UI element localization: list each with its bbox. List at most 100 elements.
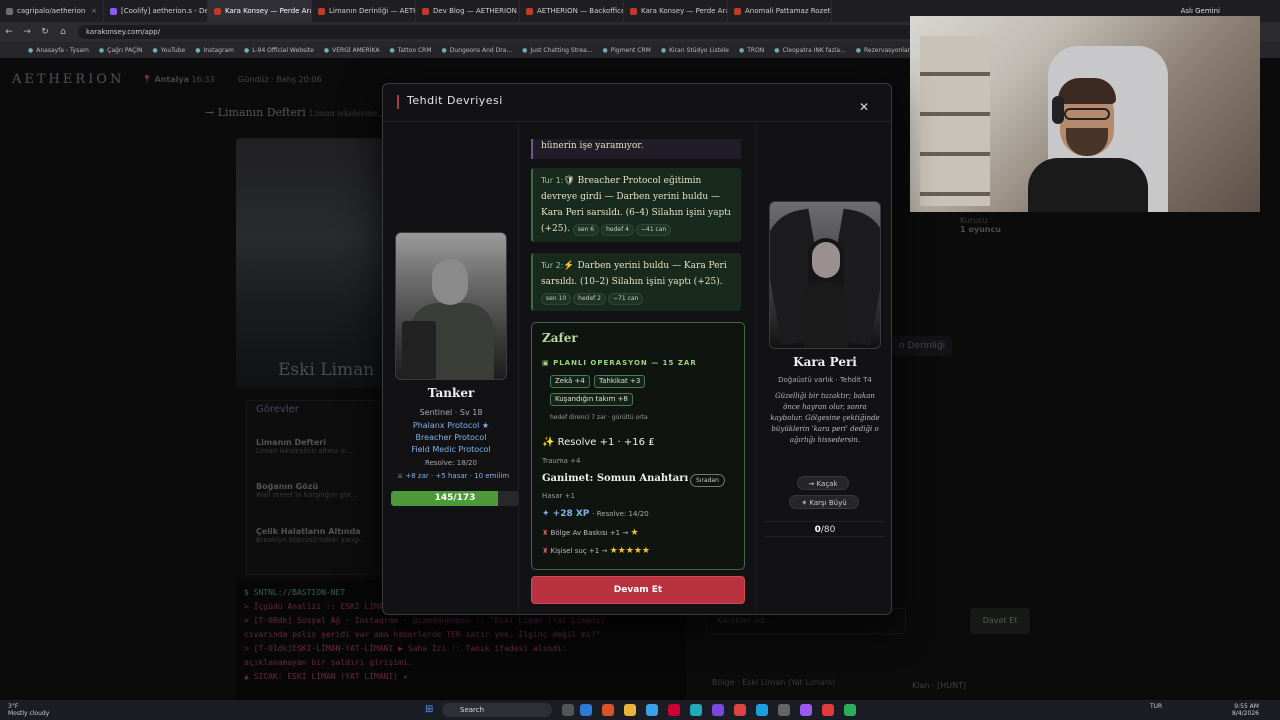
tab-label: Limanın Derinliği — AETHERION [329,7,415,15]
enemy-portrait [769,201,881,349]
app-icon[interactable] [756,704,768,716]
continue-button[interactable]: Devam Et [531,576,745,604]
webcam-overlay [910,16,1260,212]
log-entry-partial: hünerin işe yaramıyor. [531,139,741,159]
favicon-icon [526,7,533,15]
log-tag: hedef 2 [573,293,607,305]
telegram-icon[interactable] [690,704,702,716]
heat-icon: ♜ [542,529,551,537]
weather-widget[interactable]: 3°F Mostly cloudy [8,703,49,717]
log-entry: Tur 2:⚡ Darben yerini buldu — Kara Peri … [531,253,741,311]
player-name: Tanker [427,386,475,400]
star-icon: ★ [630,528,639,538]
task-view-icon[interactable] [562,704,574,716]
bookmark-item[interactable]: Kiran Stüdyo Listele [661,47,729,54]
bookmark-item[interactable]: Pigment CRM [602,47,651,54]
loot-rarity-badge: Sıradan [690,474,725,487]
bookmark-item[interactable]: YouTube [153,47,185,54]
chrome-icon[interactable] [602,704,614,716]
browser-tab[interactable]: AETHERION — Backoffice× [520,0,624,22]
tab-label: Kara Konsey — Perde Aralanıyo [641,7,727,15]
favicon-icon [214,7,221,15]
tab-label: [Coolify] aetherion.s - Deploym [121,7,207,15]
bookmark-item[interactable]: Anasayfa - Tysam [28,47,89,54]
bookmark-item[interactable]: L-94 Official Website [244,47,314,54]
browser-tab[interactable]: Dev Blog — AETHERION× [416,0,520,22]
browser-tab[interactable]: Anomali Pattamaz Rozetleri Sl× [728,0,832,22]
star-rating: ★ [630,528,639,538]
browser-tab[interactable]: [Coolify] aetherion.s - Deploym× [104,0,208,22]
player-skill: Field Medic Protocol [411,445,491,454]
back-icon[interactable]: ← [0,27,18,37]
reload-icon[interactable]: ↻ [36,27,54,37]
heat-icon: ♜ [542,547,551,555]
star-icon: ★ [625,546,634,556]
url-field[interactable]: karakonsey.com/app/ [78,25,958,39]
victory-panel: Zafer ▣ PLANLI OPERASYON — 15 ZAR Zekâ +… [531,322,745,570]
tab-label: cagripalo/aetherion [17,7,86,15]
dice-icon: ▣ [542,359,554,367]
log-tag: sen 6 [572,224,600,236]
browser-profile[interactable]: Aslı Gemini [1181,7,1280,15]
app-icon[interactable] [844,704,856,716]
shield-icon [397,95,399,109]
lightning-icon: ⚡ [563,261,575,271]
bookmark-item[interactable]: Just Chatting Strea... [522,47,592,54]
close-tab-icon[interactable]: × [87,7,97,15]
app-icon[interactable] [646,704,658,716]
star-icon: ★ [617,546,626,556]
bookmark-item[interactable]: Tattoo CRM [389,47,432,54]
close-button[interactable]: ✕ [853,96,875,118]
favicon-icon [318,7,325,15]
bookmark-item[interactable]: Dungeons And Dra... [442,47,512,54]
bookmark-item[interactable]: Çağrı PAÇİN [99,47,142,54]
operation-label: ▣ PLANLI OPERASYON — 15 ZAR [542,359,697,367]
log-entry: Tur 1:🛡 Breacher Protocol eğitimin devre… [531,168,741,242]
trauma-label: Trauma +4 [542,457,581,465]
browser-tab[interactable]: Kara Konsey — Perde Aralanıyo× [208,0,312,22]
player-resolve: Resolve: 18/20 [425,459,477,467]
discord-icon[interactable] [712,704,724,716]
log-tag: hedef 4 [601,224,634,236]
windows-start-icon[interactable]: ⊞ [425,704,437,716]
app-icon[interactable] [778,704,790,716]
threat-patrol-modal: Tehdit Devriyesi ✕ Tanker Sentinel · Sv … [382,83,892,615]
clock[interactable]: 9:55 AM 8/4/2026 [1232,703,1259,717]
victory-title: Zafer [542,331,578,345]
bonus-chip: Tahkikat +3 [594,375,646,388]
region-reputation: ♜ Bölge Av Baskısı +1 → ★ [542,528,639,538]
taskbar-search[interactable]: Search [442,703,552,717]
bookmark-item[interactable]: TRON [739,47,764,54]
tab-label: Dev Blog — AETHERION [433,7,517,15]
home-icon[interactable]: ⌂ [54,27,72,37]
bookmark-item[interactable]: Cleopatra INK fazla... [774,47,846,54]
app-icon[interactable] [800,704,812,716]
player-skill: Breacher Protocol [415,433,487,442]
favicon-icon [422,7,429,15]
favicon-icon [110,7,117,15]
log-tag: −71 can [608,293,644,305]
tab-label: AETHERION — Backoffice [537,7,624,15]
app-icon[interactable] [668,704,680,716]
folder-icon[interactable] [624,704,636,716]
favicon-icon [630,7,637,15]
resolve-reward: ✨ Resolve +1 · +16 ₤ [542,437,655,448]
browser-tab[interactable]: Kara Konsey — Perde Aralanıyo× [624,0,728,22]
star-icon: ★ [641,546,650,556]
difficulty-label: hedef direnci 7 zar · gürültü orta [550,414,648,421]
system-tray[interactable]: TUR [1150,703,1162,710]
enemy-name: Kara Peri [793,355,857,369]
browser-tab[interactable]: cagripalo/aetherion × [0,0,104,22]
shield-icon: 🛡 [563,176,575,186]
damage-label: Hasar +1 [542,492,575,500]
enemy-class: Doğaüstü varlık · Tehdit T4 [778,376,872,384]
bookmark-item[interactable]: Instagram [195,47,234,54]
app-icon[interactable] [734,704,746,716]
bookmark-item[interactable]: VERGİ AMERİKA [324,47,379,54]
browser-tab[interactable]: Limanın Derinliği — AETHERION× [312,0,416,22]
forward-icon[interactable]: → [18,27,36,37]
edge-icon[interactable] [580,704,592,716]
personal-reputation: ♜ Kişisel suç +1 → ★★★★★ [542,546,650,556]
app-icon[interactable] [822,704,834,716]
bonus-chip: Zekâ +4 [550,375,590,388]
